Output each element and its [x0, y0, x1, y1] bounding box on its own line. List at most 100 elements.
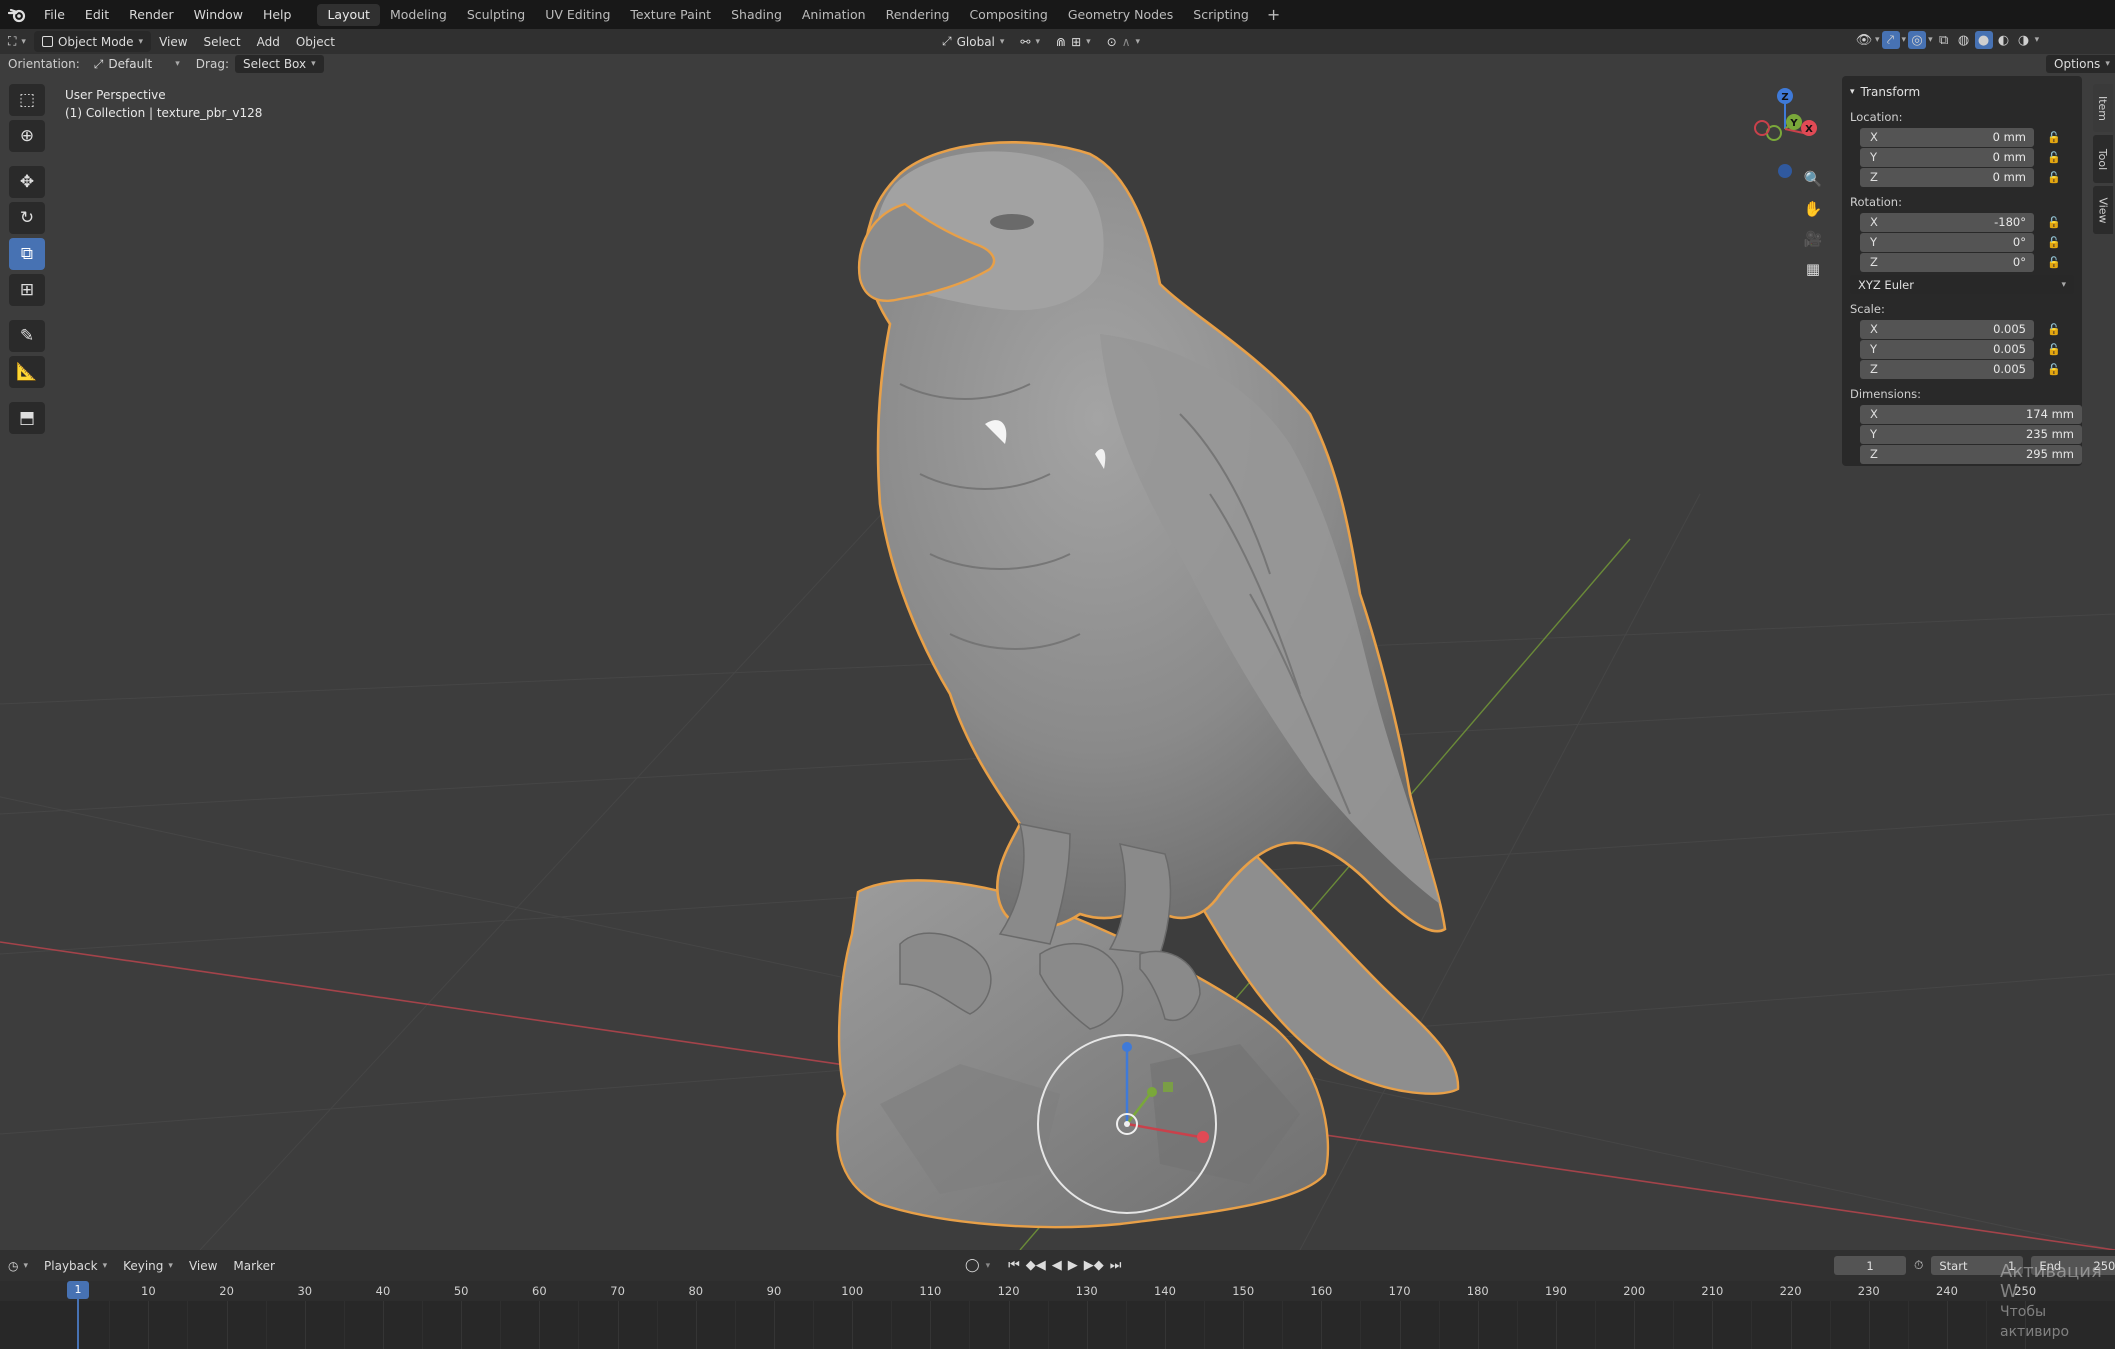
lock-icon[interactable]: 🔓 [2044, 151, 2064, 164]
mode-dropdown[interactable]: Object Mode ▾ [33, 31, 152, 52]
rotation-x-field[interactable]: X -180° [1860, 212, 2034, 232]
frame-gridline [226, 1301, 228, 1349]
playhead-marker[interactable]: 1 [67, 1281, 89, 1299]
menu-window[interactable]: Window [184, 0, 253, 29]
options-dropdown[interactable]: Options ▾ [2046, 55, 2115, 73]
menu-help[interactable]: Help [253, 0, 302, 29]
timeline-area[interactable]: 10 20 30 40 50 60 70 80 90 100 110 120 130 140 150 160 1… [0, 1281, 2115, 1349]
tab-tool[interactable]: Tool [2093, 135, 2113, 183]
tab-shading[interactable]: Shading [721, 4, 792, 26]
timeline-editor-type-button[interactable]: ◷ ▾ [0, 1255, 36, 1276]
rotation-z-field[interactable]: Z 0° [1860, 252, 2034, 272]
menu-object[interactable]: Object [288, 31, 343, 52]
menu-render[interactable]: Render [119, 0, 184, 29]
keying-menu[interactable]: Keying ▾ [115, 1255, 181, 1276]
blender-logo-icon[interactable] [0, 0, 34, 29]
location-y-field[interactable]: Y 0 mm [1860, 147, 2034, 167]
play-reverse-icon[interactable]: ◀ [1049, 1258, 1065, 1273]
xray-toggle-icon[interactable]: ⧉ [1935, 31, 1953, 49]
camera-view-icon[interactable]: 🎥 [1798, 225, 1828, 253]
3d-viewport[interactable]: User Perspective (1) Collection | textur… [0, 54, 2115, 1250]
menu-edit[interactable]: Edit [75, 0, 119, 29]
editor-type-button[interactable]: ⛶ ▾ [0, 31, 34, 52]
tab-layout[interactable]: Layout [317, 3, 380, 26]
jump-end-icon[interactable]: ⏭ [1107, 1258, 1125, 1273]
select-box-tool[interactable]: ⬚ [9, 84, 45, 116]
next-keyframe-icon[interactable]: ▶◆ [1081, 1258, 1107, 1273]
tab-sculpting[interactable]: Sculpting [457, 4, 535, 26]
prev-keyframe-icon[interactable]: ◆◀ [1023, 1258, 1049, 1273]
annotate-tool[interactable]: ✎ [9, 320, 45, 352]
tab-rendering[interactable]: Rendering [876, 4, 960, 26]
shading-solid-icon[interactable]: ● [1974, 31, 1993, 49]
scale-y-field[interactable]: Y 0.005 [1860, 339, 2034, 359]
tab-texture-paint[interactable]: Texture Paint [620, 4, 721, 26]
pivot-point-dropdown[interactable]: ⚯ ▾ [1012, 31, 1048, 52]
tab-animation[interactable]: Animation [792, 4, 876, 26]
menu-select[interactable]: Select [196, 31, 249, 52]
play-icon[interactable]: ▶ [1065, 1258, 1081, 1273]
add-cube-tool[interactable]: ⬒ [9, 402, 45, 434]
gizmo-toggle-icon[interactable]: ⤤ [1881, 31, 1900, 49]
tab-item[interactable]: Item [2093, 84, 2113, 132]
tab-view[interactable]: View [2093, 186, 2113, 234]
lock-icon[interactable]: 🔓 [2044, 363, 2064, 376]
transform-panel-header[interactable]: ▾ Transform [1850, 82, 2074, 102]
dimensions-x-field[interactable]: X 174 mm [1860, 404, 2082, 424]
auto-keying-record-icon[interactable]: ◯ [962, 1258, 983, 1273]
timeline-view-menu[interactable]: View [181, 1255, 225, 1276]
transform-icon: ⊞ [19, 280, 35, 300]
lock-icon[interactable]: 🔓 [2044, 171, 2064, 184]
shading-wireframe-icon[interactable]: ◍ [1955, 31, 1973, 49]
rotate-tool[interactable]: ↻ [9, 202, 45, 234]
lock-icon[interactable]: 🔓 [2044, 323, 2064, 336]
drag-dropdown[interactable]: Select Box ▾ [234, 55, 324, 73]
jump-start-icon[interactable]: ⏮ [1005, 1258, 1023, 1273]
pan-view-hand-icon[interactable]: ✋ [1798, 195, 1828, 223]
transform-orientation-dropdown[interactable]: ⤢ Global ▾ [934, 31, 1012, 52]
tab-modeling[interactable]: Modeling [380, 4, 457, 26]
frame-ruler[interactable]: 10 20 30 40 50 60 70 80 90 100 110 120 130 140 150 160 1… [0, 1281, 2115, 1301]
ortho-grid-icon[interactable]: ▦ [1798, 255, 1828, 283]
move-tool[interactable]: ✥ [9, 166, 45, 198]
shading-material-icon[interactable]: ◐ [1995, 31, 2013, 49]
rotation-y-field[interactable]: Y 0° [1860, 232, 2034, 252]
preview-range-clock-icon[interactable]: ⏱ [1914, 1258, 1923, 1273]
lock-icon[interactable]: 🔓 [2044, 236, 2064, 249]
measure-tool[interactable]: 📐 [9, 356, 45, 388]
scale-x-field[interactable]: X 0.005 [1860, 319, 2034, 339]
visibility-eye-icon[interactable]: 👁 [1855, 31, 1873, 49]
location-x-field[interactable]: X 0 mm [1860, 127, 2034, 147]
menu-view[interactable]: View [151, 31, 195, 52]
axis-label: X [1870, 407, 1878, 421]
tab-uv-editing[interactable]: UV Editing [535, 4, 620, 26]
tab-compositing[interactable]: Compositing [959, 4, 1057, 26]
transform-tool[interactable]: ⊞ [9, 274, 45, 306]
lock-icon[interactable]: 🔓 [2044, 131, 2064, 144]
scale-z-field[interactable]: Z 0.005 [1860, 359, 2034, 379]
overlays-toggle-icon[interactable]: ◎ [1908, 31, 1927, 49]
menu-add[interactable]: Add [249, 31, 288, 52]
dimensions-y-field[interactable]: Y 235 mm [1860, 424, 2082, 444]
scale-tool[interactable]: ⧉ [9, 238, 45, 270]
playback-menu[interactable]: Playback ▾ [36, 1255, 115, 1276]
lock-icon[interactable]: 🔓 [2044, 343, 2064, 356]
start-label: Start [1939, 1258, 1968, 1273]
snap-toggle[interactable]: ⋒ ⊞ ▾ [1048, 31, 1099, 52]
marker-menu[interactable]: Marker [225, 1255, 282, 1276]
add-workspace-button[interactable]: + [1259, 5, 1288, 24]
lock-icon[interactable]: 🔓 [2044, 216, 2064, 229]
tab-geometry-nodes[interactable]: Geometry Nodes [1058, 4, 1183, 26]
orientation-dropdown[interactable]: ⤢ Default ▾ [86, 55, 188, 73]
cursor-tool[interactable]: ⊕ [9, 120, 45, 152]
dimensions-z-field[interactable]: Z 295 mm [1860, 444, 2082, 464]
rotation-mode-dropdown[interactable]: XYZ Euler ▾ [1850, 275, 2074, 294]
location-z-field[interactable]: Z 0 mm [1860, 167, 2034, 187]
proportional-editing-toggle[interactable]: ⊙ ∧ ▾ [1099, 31, 1148, 52]
current-frame-field[interactable]: 1 [1834, 1256, 1906, 1275]
menu-file[interactable]: File [34, 0, 75, 29]
lock-icon[interactable]: 🔓 [2044, 256, 2064, 269]
shading-rendered-icon[interactable]: ◑ [2015, 31, 2033, 49]
zoom-view-icon[interactable]: 🔍 [1798, 165, 1828, 193]
tab-scripting[interactable]: Scripting [1183, 4, 1259, 26]
